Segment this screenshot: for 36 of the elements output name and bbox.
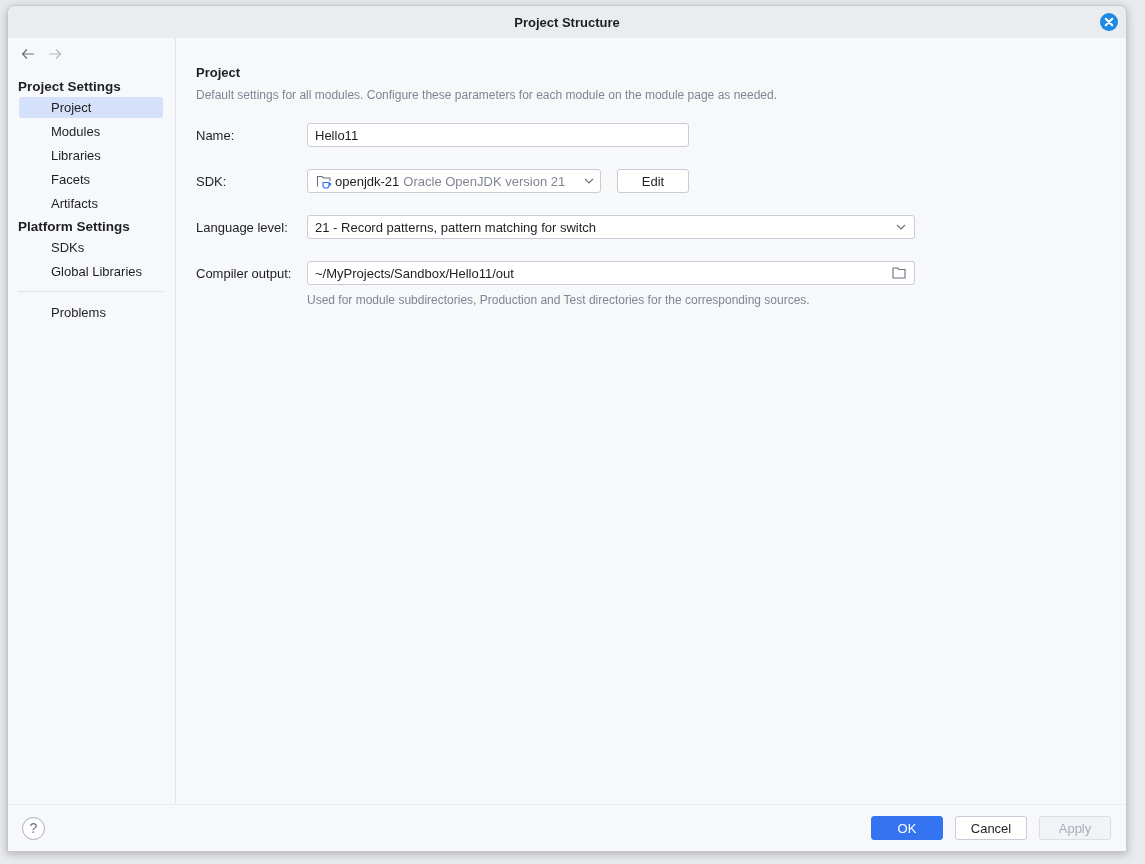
dialog-button[interactable]: OK (871, 816, 943, 840)
name-label: Name: (196, 127, 236, 143)
sdk-dropdown[interactable]: openjdk-21 Oracle OpenJDK version 21 (307, 169, 601, 193)
sidebar-item[interactable]: Facets (19, 169, 163, 190)
chevron-down-icon (584, 178, 594, 184)
sidebar-item[interactable]: Global Libraries (19, 261, 163, 282)
sidebar-item[interactable]: Project (19, 97, 163, 118)
sidebar-item[interactable]: SDKs (19, 237, 163, 258)
sidebar-item[interactable]: Artifacts (19, 193, 163, 214)
back-arrow-icon[interactable] (21, 48, 35, 60)
section-description: Default settings for all modules. Configure these parameters for each module on the module page as needed. (196, 88, 778, 102)
sidebar-item[interactable]: Problems (19, 302, 163, 323)
compiler-output-label: Compiler output: (196, 265, 293, 281)
help-button[interactable]: ? (22, 816, 45, 840)
compiler-output-field[interactable]: ~/MyProjects/Sandbox/Hello11/out (307, 261, 915, 285)
sidebar-section-title: Project Settings (18, 78, 122, 96)
sdk-description: Oracle OpenJDK version 21 (403, 173, 566, 189)
sdk-label: SDK: (196, 173, 228, 189)
close-icon[interactable] (1100, 13, 1118, 31)
sidebar-item[interactable]: Modules (19, 121, 163, 142)
window-title: Project Structure (514, 14, 620, 30)
language-level-value: 21 - Record patterns, pattern matching for switch (315, 219, 597, 235)
sidebar-item[interactable]: Libraries (19, 145, 163, 166)
sdk-name: openjdk-21 (335, 173, 400, 189)
edit-button[interactable]: Edit (617, 169, 689, 193)
folder-icon[interactable] (892, 267, 906, 279)
compiler-output-hint: Used for module subdirectories, Production and Test directories for the corresponding sources. (307, 293, 811, 307)
name-input-field[interactable]: Hello11 (307, 123, 689, 147)
dialog-button[interactable]: Cancel (955, 816, 1027, 840)
chevron-down-icon (896, 224, 906, 230)
section-heading: Project (196, 65, 242, 80)
sidebar-section-title: Platform Settings (18, 218, 131, 236)
language-level-label: Language level: (196, 219, 289, 235)
compiler-output-value: ~/MyProjects/Sandbox/Hello11/out (315, 265, 514, 281)
folder-cup-icon (316, 173, 332, 189)
language-level-dropdown[interactable]: 21 - Record patterns, pattern matching for switch (307, 215, 915, 239)
